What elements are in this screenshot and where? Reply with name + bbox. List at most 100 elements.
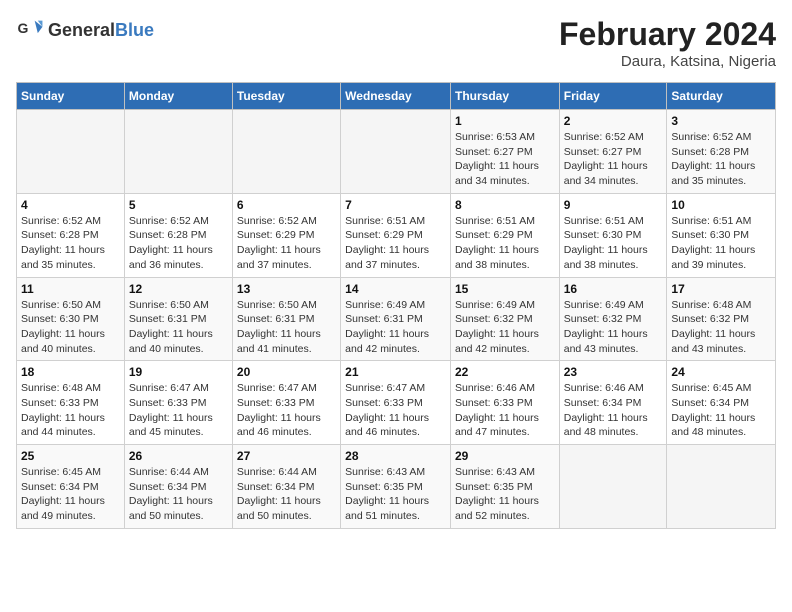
header-thursday: Thursday: [450, 83, 559, 110]
calendar-cell: 27Sunrise: 6:44 AM Sunset: 6:34 PM Dayli…: [232, 445, 340, 529]
calendar-cell: [17, 110, 125, 194]
day-number: 17: [671, 282, 771, 296]
calendar-cell: 6 Sunrise: 6:52 AM Sunset: 6:29 PM Daylig…: [232, 193, 340, 277]
day-number: 29: [455, 449, 555, 463]
day-info: Sunrise: 6:48 AM Sunset: 6:33 PM Dayligh…: [21, 381, 120, 440]
day-number: 12: [129, 282, 228, 296]
day-info: Sunrise: 6:44 AM Sunset: 6:34 PM Dayligh…: [237, 465, 336, 524]
calendar-cell: 2 Sunrise: 6:52 AM Sunset: 6:27 PM Daylig…: [559, 110, 667, 194]
logo-general: General: [48, 20, 115, 40]
day-number: 9: [564, 198, 663, 212]
calendar-cell: 18 Sunrise: 6:48 AM Sunset: 6:33 PM Dayli…: [17, 361, 125, 445]
day-info: Sunrise: 6:52 AM Sunset: 6:27 PM Dayligh…: [564, 130, 663, 189]
calendar-cell: 10 Sunrise: 6:51 AM Sunset: 6:30 PM Dayli…: [667, 193, 776, 277]
day-number: 11: [21, 282, 120, 296]
day-number: 20: [237, 365, 336, 379]
logo-blue: Blue: [115, 20, 154, 40]
day-number: 3: [671, 114, 771, 128]
week-row-3: 11 Sunrise: 6:50 AM Sunset: 6:30 PM Dayli…: [17, 277, 776, 361]
calendar-cell: 14 Sunrise: 6:49 AM Sunset: 6:31 PM Dayli…: [341, 277, 451, 361]
header-saturday: Saturday: [667, 83, 776, 110]
day-number: 16: [564, 282, 663, 296]
calendar-cell: 4Sunrise: 6:52 AM Sunset: 6:28 PM Daylig…: [17, 193, 125, 277]
day-number: 1: [455, 114, 555, 128]
calendar-cell: 5 Sunrise: 6:52 AM Sunset: 6:28 PM Daylig…: [124, 193, 232, 277]
day-info: Sunrise: 6:52 AM Sunset: 6:28 PM Dayligh…: [129, 214, 228, 273]
day-info: Sunrise: 6:50 AM Sunset: 6:31 PM Dayligh…: [237, 298, 336, 357]
calendar-cell: [124, 110, 232, 194]
day-info: Sunrise: 6:53 AM Sunset: 6:27 PM Dayligh…: [455, 130, 555, 189]
day-number: 25: [21, 449, 120, 463]
header-wednesday: Wednesday: [341, 83, 451, 110]
calendar-cell: 19 Sunrise: 6:47 AM Sunset: 6:33 PM Dayli…: [124, 361, 232, 445]
day-number: 6: [237, 198, 336, 212]
day-info: Sunrise: 6:51 AM Sunset: 6:29 PM Dayligh…: [345, 214, 446, 273]
location-subtitle: Daura, Katsina, Nigeria: [559, 53, 776, 70]
calendar-cell: 25Sunrise: 6:45 AM Sunset: 6:34 PM Dayli…: [17, 445, 125, 529]
day-number: 13: [237, 282, 336, 296]
day-info: Sunrise: 6:49 AM Sunset: 6:31 PM Dayligh…: [345, 298, 446, 357]
week-row-5: 25Sunrise: 6:45 AM Sunset: 6:34 PM Dayli…: [17, 445, 776, 529]
calendar-header-row: SundayMondayTuesdayWednesdayThursdayFrid…: [17, 83, 776, 110]
calendar-cell: 12 Sunrise: 6:50 AM Sunset: 6:31 PM Dayli…: [124, 277, 232, 361]
calendar-cell: 29 Sunrise: 6:43 AM Sunset: 6:35 PM Dayli…: [450, 445, 559, 529]
day-number: 15: [455, 282, 555, 296]
calendar-cell: 21 Sunrise: 6:47 AM Sunset: 6:33 PM Dayli…: [341, 361, 451, 445]
day-info: Sunrise: 6:43 AM Sunset: 6:35 PM Dayligh…: [455, 465, 555, 524]
day-info: Sunrise: 6:47 AM Sunset: 6:33 PM Dayligh…: [129, 381, 228, 440]
calendar-cell: 22 Sunrise: 6:46 AM Sunset: 6:33 PM Dayli…: [450, 361, 559, 445]
day-info: Sunrise: 6:48 AM Sunset: 6:32 PM Dayligh…: [671, 298, 771, 357]
svg-text:G: G: [18, 20, 29, 36]
week-row-2: 4Sunrise: 6:52 AM Sunset: 6:28 PM Daylig…: [17, 193, 776, 277]
day-info: Sunrise: 6:50 AM Sunset: 6:30 PM Dayligh…: [21, 298, 120, 357]
calendar-cell: 15Sunrise: 6:49 AM Sunset: 6:32 PM Dayli…: [450, 277, 559, 361]
logo-icon: G: [16, 16, 44, 44]
month-title: February 2024: [559, 16, 776, 53]
calendar-cell: 8Sunrise: 6:51 AM Sunset: 6:29 PM Daylig…: [450, 193, 559, 277]
day-info: Sunrise: 6:47 AM Sunset: 6:33 PM Dayligh…: [345, 381, 446, 440]
day-info: Sunrise: 6:52 AM Sunset: 6:29 PM Dayligh…: [237, 214, 336, 273]
day-number: 10: [671, 198, 771, 212]
day-number: 14: [345, 282, 446, 296]
day-info: Sunrise: 6:46 AM Sunset: 6:34 PM Dayligh…: [564, 381, 663, 440]
day-info: Sunrise: 6:52 AM Sunset: 6:28 PM Dayligh…: [671, 130, 771, 189]
header-friday: Friday: [559, 83, 667, 110]
day-info: Sunrise: 6:51 AM Sunset: 6:30 PM Dayligh…: [671, 214, 771, 273]
calendar-cell: 28 Sunrise: 6:43 AM Sunset: 6:35 PM Dayli…: [341, 445, 451, 529]
day-info: Sunrise: 6:51 AM Sunset: 6:30 PM Dayligh…: [564, 214, 663, 273]
calendar-cell: 17 Sunrise: 6:48 AM Sunset: 6:32 PM Dayli…: [667, 277, 776, 361]
day-info: Sunrise: 6:46 AM Sunset: 6:33 PM Dayligh…: [455, 381, 555, 440]
day-info: Sunrise: 6:44 AM Sunset: 6:34 PM Dayligh…: [129, 465, 228, 524]
day-number: 19: [129, 365, 228, 379]
day-number: 24: [671, 365, 771, 379]
calendar-cell: [341, 110, 451, 194]
week-row-4: 18 Sunrise: 6:48 AM Sunset: 6:33 PM Dayli…: [17, 361, 776, 445]
day-number: 18: [21, 365, 120, 379]
day-info: Sunrise: 6:43 AM Sunset: 6:35 PM Dayligh…: [345, 465, 446, 524]
calendar-cell: 20 Sunrise: 6:47 AM Sunset: 6:33 PM Dayli…: [232, 361, 340, 445]
day-number: 2: [564, 114, 663, 128]
header-sunday: Sunday: [17, 83, 125, 110]
day-info: Sunrise: 6:45 AM Sunset: 6:34 PM Dayligh…: [671, 381, 771, 440]
day-info: Sunrise: 6:50 AM Sunset: 6:31 PM Dayligh…: [129, 298, 228, 357]
day-number: 28: [345, 449, 446, 463]
day-info: Sunrise: 6:49 AM Sunset: 6:32 PM Dayligh…: [564, 298, 663, 357]
calendar-cell: 13 Sunrise: 6:50 AM Sunset: 6:31 PM Dayli…: [232, 277, 340, 361]
header-tuesday: Tuesday: [232, 83, 340, 110]
day-number: 26: [129, 449, 228, 463]
calendar-cell: [559, 445, 667, 529]
calendar-cell: 16 Sunrise: 6:49 AM Sunset: 6:32 PM Dayli…: [559, 277, 667, 361]
day-number: 21: [345, 365, 446, 379]
calendar-cell: 23 Sunrise: 6:46 AM Sunset: 6:34 PM Dayli…: [559, 361, 667, 445]
calendar-cell: 11 Sunrise: 6:50 AM Sunset: 6:30 PM Dayli…: [17, 277, 125, 361]
day-number: 8: [455, 198, 555, 212]
day-number: 22: [455, 365, 555, 379]
page-header: G GeneralBlue February 2024 Daura, Katsi…: [16, 16, 776, 70]
day-number: 23: [564, 365, 663, 379]
logo: G GeneralBlue: [16, 16, 154, 44]
day-info: Sunrise: 6:47 AM Sunset: 6:33 PM Dayligh…: [237, 381, 336, 440]
day-number: 5: [129, 198, 228, 212]
week-row-1: 1 Sunrise: 6:53 AM Sunset: 6:27 PM Daylig…: [17, 110, 776, 194]
logo-text: GeneralBlue: [48, 20, 154, 41]
calendar-cell: 26 Sunrise: 6:44 AM Sunset: 6:34 PM Dayli…: [124, 445, 232, 529]
